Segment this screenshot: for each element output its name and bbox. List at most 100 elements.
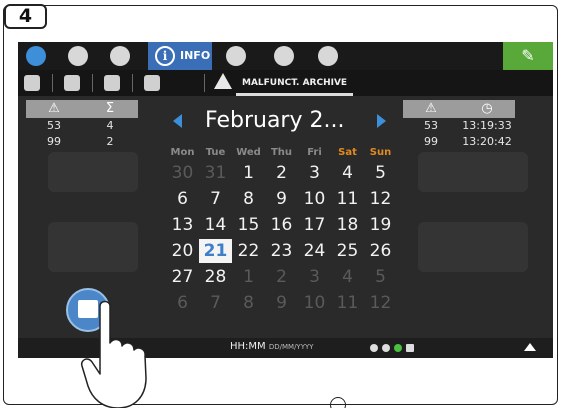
calendar-day[interactable]: 13: [166, 213, 199, 237]
calendar-day[interactable]: 11: [331, 291, 364, 315]
calendar-day[interactable]: 17: [298, 213, 331, 237]
calendar-day-selected[interactable]: 21: [199, 239, 232, 263]
calendar-day[interactable]: 4: [331, 161, 364, 185]
calendar-day[interactable]: 27: [166, 265, 199, 289]
wrench-service-button[interactable]: ✎: [503, 42, 553, 70]
calendar-header: February 2...: [163, 108, 393, 138]
calendar-day[interactable]: 18: [331, 213, 364, 237]
sum-icon: Σ: [105, 101, 115, 116]
calendar-day[interactable]: 6: [166, 187, 199, 211]
cup-icon[interactable]: [110, 46, 130, 66]
background-product-tile: [418, 222, 528, 272]
wifi-icon: [370, 344, 378, 352]
calendar-day[interactable]: 14: [199, 213, 232, 237]
cup-steam-icon[interactable]: [24, 75, 40, 91]
calendar-day[interactable]: 3: [298, 161, 331, 185]
table-row[interactable]: 99 2: [26, 134, 138, 150]
calendar-day[interactable]: 3: [298, 265, 331, 289]
weekday-label: Sun: [369, 147, 392, 158]
error-time: 13:19:33: [462, 119, 512, 132]
calendar-day[interactable]: 11: [331, 187, 364, 211]
tab-info[interactable]: i INFO: [148, 42, 212, 70]
pencil-icon[interactable]: [226, 46, 246, 66]
calendar-day[interactable]: 1: [232, 161, 265, 185]
calendar-day[interactable]: 10: [298, 187, 331, 211]
status-ok-icon: [394, 344, 402, 352]
weekday-label: Thu: [270, 147, 293, 158]
expand-up-icon[interactable]: [524, 343, 536, 351]
calendar-day[interactable]: 25: [331, 239, 364, 263]
calendar-day[interactable]: 5: [364, 161, 397, 185]
weekday-label: Fri: [307, 147, 322, 158]
step-number-badge: 4: [4, 4, 47, 29]
drop-icon[interactable]: [144, 75, 160, 91]
table-header: ⚠ Σ: [26, 100, 138, 118]
error-code: 53: [47, 119, 61, 132]
separator: [132, 74, 133, 92]
calendar-day[interactable]: 1: [232, 265, 265, 289]
calendar-day[interactable]: 5: [364, 265, 397, 289]
table-row[interactable]: 99 13:20:42: [403, 134, 515, 150]
calendar-day[interactable]: 24: [298, 239, 331, 263]
battery-icon: [406, 344, 414, 352]
clock-icon[interactable]: [68, 46, 88, 66]
info-icon: i: [155, 46, 175, 66]
warning-icon: ⚠: [425, 101, 437, 116]
calendar-day[interactable]: 12: [364, 291, 397, 315]
calendar-day[interactable]: 10: [298, 291, 331, 315]
tab-info-label: INFO: [180, 49, 211, 62]
time-value: HH:MM: [230, 341, 266, 352]
error-count: 2: [106, 135, 114, 148]
date-value: DD/MM/YYYY: [268, 343, 314, 351]
next-month-arrow-icon[interactable]: [377, 114, 386, 128]
calendar-day[interactable]: 2: [265, 265, 298, 289]
calendar-day[interactable]: 6: [166, 291, 199, 315]
error-code: 53: [424, 119, 438, 132]
error-code: 99: [424, 135, 438, 148]
settings-sliders-icon[interactable]: [104, 75, 120, 91]
speaker-icon: [382, 344, 390, 352]
calendar-day[interactable]: 7: [199, 291, 232, 315]
calendar-day[interactable]: 20: [166, 239, 199, 263]
main-menu-bar: i INFO ✎: [18, 42, 553, 70]
weekday-label: Wed: [236, 147, 261, 158]
calendar-day[interactable]: 9: [265, 187, 298, 211]
calendar-month-title: February 2...: [205, 108, 345, 133]
illustration-circle: [330, 397, 346, 408]
table-row[interactable]: 53 4: [26, 118, 138, 134]
background-product-tile: [48, 152, 138, 192]
info-submenu-bar: MALFUNCT. ARCHIVE: [18, 70, 553, 96]
calendar-day[interactable]: 28: [199, 265, 232, 289]
calendar-day[interactable]: 16: [265, 213, 298, 237]
calendar-day[interactable]: 9: [265, 291, 298, 315]
calendar-day[interactable]: 12: [364, 187, 397, 211]
calendar-day[interactable]: 2: [265, 161, 298, 185]
water-drop-icon[interactable]: [26, 46, 46, 66]
calendar-day[interactable]: 31: [199, 161, 232, 185]
coffee-cup-icon[interactable]: [64, 75, 80, 91]
previous-month-arrow-icon[interactable]: [173, 114, 182, 128]
background-product-tile: [418, 152, 528, 192]
list-icon[interactable]: [274, 46, 294, 66]
calendar-day[interactable]: 7: [199, 187, 232, 211]
calendar-day[interactable]: 15: [232, 213, 265, 237]
error-time: 13:20:42: [462, 135, 512, 148]
malfunction-count-table: ⚠ Σ 53 4 99 2: [26, 100, 138, 150]
calendar-day[interactable]: 19: [364, 213, 397, 237]
error-code: 99: [47, 135, 61, 148]
clock-icon: ◷: [481, 101, 493, 116]
calendar-day[interactable]: 4: [331, 265, 364, 289]
calendar-day[interactable]: 30: [166, 161, 199, 185]
weekday-label: Sat: [338, 147, 357, 158]
calendar-day[interactable]: 8: [232, 187, 265, 211]
user-icon[interactable]: [318, 46, 338, 66]
calendar-day[interactable]: 23: [265, 239, 298, 263]
weekday-label: Tue: [205, 147, 226, 158]
tab-malfunction-archive[interactable]: MALFUNCT. ARCHIVE: [236, 70, 354, 96]
malfunction-time-table: ⚠ ◷ 53 13:19:33 99 13:20:42: [403, 100, 515, 150]
calendar-day[interactable]: 22: [232, 239, 265, 263]
warning-icon: ⚠: [48, 101, 60, 116]
table-row[interactable]: 53 13:19:33: [403, 118, 515, 134]
calendar-day[interactable]: 8: [232, 291, 265, 315]
calendar-day[interactable]: 26: [364, 239, 397, 263]
